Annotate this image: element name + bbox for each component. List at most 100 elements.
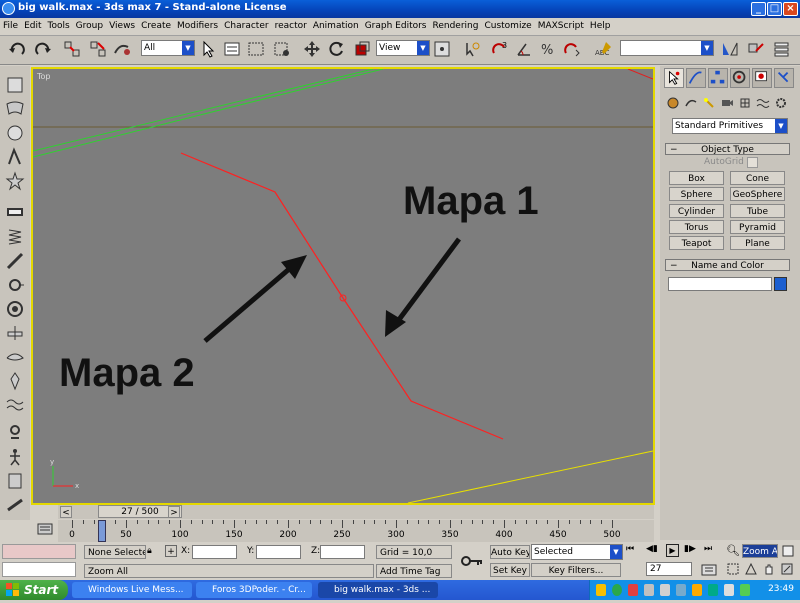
- maxscript-listener-pink[interactable]: [2, 544, 76, 559]
- start-button[interactable]: Start: [0, 580, 68, 600]
- layer-manager-icon[interactable]: [772, 39, 792, 59]
- select-object-icon[interactable]: [198, 39, 218, 59]
- pyramid-button[interactable]: Pyramid: [730, 220, 785, 234]
- taskbar-item-messenger[interactable]: Windows Live Mess...: [72, 582, 192, 598]
- key-filters-button[interactable]: Key Filters...: [531, 563, 621, 577]
- soft-body-collection-icon[interactable]: [4, 122, 26, 144]
- pan-icon[interactable]: [762, 562, 776, 576]
- unlink-icon[interactable]: [88, 39, 108, 59]
- rectangular-selection-icon[interactable]: [246, 39, 266, 59]
- maximize-button[interactable]: □: [767, 2, 782, 16]
- menu-modifiers[interactable]: Modifiers: [174, 18, 221, 35]
- deforming-mesh-icon[interactable]: [4, 170, 26, 192]
- absolute-mode-icon[interactable]: +: [165, 545, 177, 557]
- top-viewport[interactable]: Top y x Mapa 1 Mapa 2: [31, 67, 655, 505]
- select-by-name-icon[interactable]: [222, 39, 242, 59]
- object-name-input[interactable]: [668, 277, 772, 291]
- x-coordinate-input[interactable]: [192, 545, 237, 559]
- field-of-view-icon[interactable]: [744, 562, 758, 576]
- clock[interactable]: 23:49: [768, 584, 794, 594]
- space-warps-icon[interactable]: [756, 96, 770, 110]
- auto-key-button[interactable]: Auto Key: [490, 545, 530, 559]
- water-icon[interactable]: [4, 370, 26, 392]
- menu-graph-editors[interactable]: Graph Editors: [362, 18, 430, 35]
- y-coordinate-input[interactable]: [256, 545, 301, 559]
- named-selection-dropdown[interactable]: ▼: [620, 40, 714, 56]
- messenger-icon[interactable]: [612, 584, 622, 596]
- next-frame-icon[interactable]: >: [168, 506, 180, 518]
- category-dropdown[interactable]: Standard Primitives ▼: [672, 118, 788, 134]
- preview-animation-icon[interactable]: [4, 470, 26, 492]
- box-button[interactable]: Box: [669, 171, 724, 185]
- geometry-icon[interactable]: [666, 96, 680, 110]
- geosphere-button[interactable]: GeoSphere: [730, 187, 785, 201]
- mini-curve-editor-icon[interactable]: [36, 520, 54, 538]
- menu-reactor[interactable]: reactor: [272, 18, 310, 35]
- name-and-color-rollout-header[interactable]: − Name and Color: [665, 259, 790, 271]
- spring-icon[interactable]: [4, 226, 26, 248]
- torus-button[interactable]: Torus: [669, 220, 724, 234]
- reference-coordinate-dropdown[interactable]: View ▼: [376, 40, 430, 56]
- menu-character[interactable]: Character: [221, 18, 271, 35]
- maxscript-listener-white[interactable]: [2, 562, 76, 577]
- percent-snap-icon[interactable]: %: [538, 39, 558, 59]
- cone-button[interactable]: Cone: [730, 171, 785, 185]
- toy-car-icon[interactable]: [4, 322, 26, 344]
- zoom-region-icon[interactable]: [726, 562, 740, 576]
- motion-tab-icon[interactable]: [730, 68, 750, 88]
- mirror-icon[interactable]: [720, 39, 740, 59]
- menu-file[interactable]: File: [0, 18, 21, 35]
- teapot-button[interactable]: Teapot: [669, 236, 724, 250]
- shapes-icon[interactable]: [684, 96, 698, 110]
- menu-edit[interactable]: Edit: [21, 18, 44, 35]
- utilities-tab-icon[interactable]: [774, 68, 794, 88]
- create-tab-icon[interactable]: [664, 68, 684, 88]
- previous-frame-icon[interactable]: ◀▮: [646, 544, 658, 554]
- add-time-tag-button[interactable]: Add Time Tag: [376, 564, 452, 578]
- maximize-viewport-icon[interactable]: [780, 562, 794, 576]
- trackbar[interactable]: 0 50 100 150 200 250 300 350 400 450 500: [37, 520, 654, 542]
- select-and-link-icon[interactable]: [62, 39, 82, 59]
- pivot-center-icon[interactable]: [432, 39, 452, 59]
- modify-tab-icon[interactable]: [686, 68, 706, 88]
- tray-app-icon[interactable]: [740, 584, 750, 596]
- display-tab-icon[interactable]: [752, 68, 772, 88]
- menu-tools[interactable]: Tools: [45, 18, 73, 35]
- motor-icon[interactable]: [4, 274, 26, 296]
- hierarchy-tab-icon[interactable]: [708, 68, 728, 88]
- key-mode-dropdown[interactable]: Selected ▼: [531, 544, 623, 560]
- time-slider[interactable]: < 27 / 500 >: [58, 505, 654, 519]
- ragdoll-icon[interactable]: [4, 422, 26, 444]
- plane-icon[interactable]: [4, 202, 26, 224]
- sphere-button[interactable]: Sphere: [669, 187, 724, 201]
- zoom-icon[interactable]: 🔍︎: [726, 544, 740, 557]
- key-icon[interactable]: [460, 552, 484, 570]
- close-button[interactable]: ×: [783, 2, 798, 16]
- systems-icon[interactable]: [774, 96, 788, 110]
- volume-icon[interactable]: [660, 584, 670, 596]
- network-icon[interactable]: [644, 584, 654, 596]
- object-color-swatch[interactable]: [774, 277, 787, 291]
- rigid-body-collection-icon[interactable]: [4, 74, 26, 96]
- taskbar-item-3dsmax[interactable]: big walk.max - 3ds ...: [318, 582, 438, 598]
- update-icon[interactable]: [676, 584, 686, 596]
- shield-icon[interactable]: [596, 584, 606, 596]
- antivirus-icon[interactable]: [628, 584, 638, 596]
- angle-snap-icon[interactable]: [514, 39, 534, 59]
- prev-frame-icon[interactable]: <: [60, 506, 72, 518]
- go-to-start-icon[interactable]: ⏮: [626, 544, 634, 554]
- rotate-icon[interactable]: [326, 39, 346, 59]
- spinner-snap-icon[interactable]: [562, 39, 582, 59]
- zoom-extents-icon[interactable]: [781, 544, 795, 558]
- go-to-end-icon[interactable]: ⏭: [704, 544, 712, 554]
- wind-icon[interactable]: [4, 298, 26, 320]
- hinge-icon[interactable]: [4, 446, 26, 468]
- current-frame-input[interactable]: 27: [646, 562, 692, 576]
- zoom-all-button[interactable]: Zoom All: [742, 544, 778, 558]
- set-key-button[interactable]: Set Key: [490, 563, 530, 577]
- tray-app-icon[interactable]: [708, 584, 718, 596]
- tray-app-icon[interactable]: [692, 584, 702, 596]
- menu-maxscript[interactable]: MAXScript: [535, 18, 587, 35]
- create-animation-icon[interactable]: [4, 494, 26, 516]
- snap-toggle-icon[interactable]: 3: [490, 39, 510, 59]
